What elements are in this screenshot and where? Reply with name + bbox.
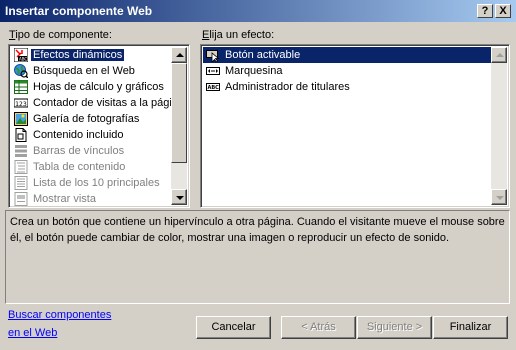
list-item-label: Hojas de cálculo y gráficos	[33, 81, 164, 93]
list-item[interactable]: Tabla de contenido	[11, 159, 171, 175]
scroll-down-button[interactable]	[491, 189, 507, 205]
window-title: Insertar componente Web	[5, 4, 153, 18]
find-components-link-cont[interactable]: en el Web	[8, 327, 57, 339]
find-components-link[interactable]: Buscar componentes	[8, 309, 111, 321]
help-button[interactable]: ?	[477, 4, 493, 18]
list-item-label: Administrador de titulares	[225, 81, 350, 93]
effect-list[interactable]: Botón activable Marquesina ABC Administr…	[200, 44, 510, 208]
scroll-thumb[interactable]	[171, 63, 187, 163]
list-item-label: Búsqueda en el Web	[33, 65, 135, 77]
effect-description: Crea un botón que contiene un hipervíncu…	[5, 210, 510, 304]
scroll-down-icon	[176, 196, 184, 200]
list-item[interactable]: Botón activable	[203, 47, 491, 63]
svg-text:123: 123	[15, 100, 27, 108]
cancel-button[interactable]: Cancelar	[196, 316, 271, 339]
effect-label: Elija un efecto:	[202, 29, 275, 41]
help-icon: ?	[481, 5, 489, 17]
close-icon: X	[499, 5, 507, 17]
list-item-label: Contenido incluido	[33, 129, 124, 141]
scroll-down-icon	[496, 196, 504, 200]
back-button[interactable]: < Atrás	[281, 316, 356, 339]
list-item-label: Lista de los 10 principales	[33, 177, 160, 189]
list-item[interactable]: ABC Administrador de titulares	[203, 79, 491, 95]
scroll-up-icon	[496, 53, 504, 57]
included-content-icon	[15, 128, 27, 142]
list-item[interactable]: Hojas de cálculo y gráficos	[11, 79, 171, 95]
hover-button-icon	[206, 50, 220, 62]
banner-manager-icon: ABC	[206, 83, 220, 91]
svg-text:ABC: ABC	[19, 57, 27, 62]
scroll-up-button[interactable]	[491, 47, 507, 63]
list-item-label: Galería de fotografías	[33, 113, 140, 125]
list-item-label: Efectos dinámicos	[29, 48, 126, 62]
scroll-down-button[interactable]	[171, 189, 187, 205]
scroll-up-button[interactable]	[171, 47, 187, 63]
effect-scrollbar[interactable]	[491, 47, 507, 205]
insert-web-component-dialog: Insertar componente Web ? X Tipo de comp…	[0, 0, 516, 350]
list-item[interactable]: Galería de fotografías	[11, 111, 171, 127]
web-search-icon	[14, 64, 28, 78]
component-type-scrollbar[interactable]	[171, 47, 187, 205]
finish-button[interactable]: Finalizar	[433, 316, 508, 339]
spreadsheet-icon	[14, 80, 28, 94]
list-item[interactable]: Búsqueda en el Web	[11, 63, 171, 79]
hit-counter-icon: 123	[14, 98, 28, 108]
scroll-up-icon	[176, 53, 184, 57]
list-item-label: Marquesina	[225, 65, 283, 77]
dynamic-effects-icon: ABC	[14, 48, 28, 62]
list-item[interactable]: Lista de los 10 principales	[11, 175, 171, 191]
svg-text:ABC: ABC	[208, 85, 220, 91]
marquee-icon	[206, 67, 220, 75]
link-bars-icon	[15, 145, 27, 157]
component-type-label: Tipo de componente:	[9, 29, 112, 41]
list-item-label: Mostrar vista	[33, 193, 96, 205]
list-item[interactable]: Mostrar vista	[11, 191, 171, 207]
title-bar: Insertar componente Web ? X	[0, 0, 516, 22]
table-of-contents-icon	[14, 160, 28, 174]
photo-gallery-icon	[14, 112, 28, 126]
component-type-list[interactable]: ABC Efectos dinámicos Búsqueda en el Web…	[8, 44, 190, 208]
list-item[interactable]: Barras de vínculos	[11, 143, 171, 159]
list-item[interactable]: Marquesina	[203, 63, 491, 79]
close-button[interactable]: X	[495, 4, 511, 18]
list-item-label: Tabla de contenido	[33, 161, 126, 173]
list-item[interactable]: Contenido incluido	[11, 127, 171, 143]
list-item-label: Contador de visitas a la págin	[33, 97, 171, 109]
list-item[interactable]: ABC Efectos dinámicos	[11, 47, 171, 63]
next-button[interactable]: Siguiente >	[357, 316, 432, 339]
list-item-label: Barras de vínculos	[33, 145, 125, 157]
top-ten-list-icon	[14, 176, 28, 190]
show-view-icon	[14, 192, 28, 206]
list-item[interactable]: 123 Contador de visitas a la págin	[11, 95, 171, 111]
list-item-label: Botón activable	[225, 49, 301, 61]
